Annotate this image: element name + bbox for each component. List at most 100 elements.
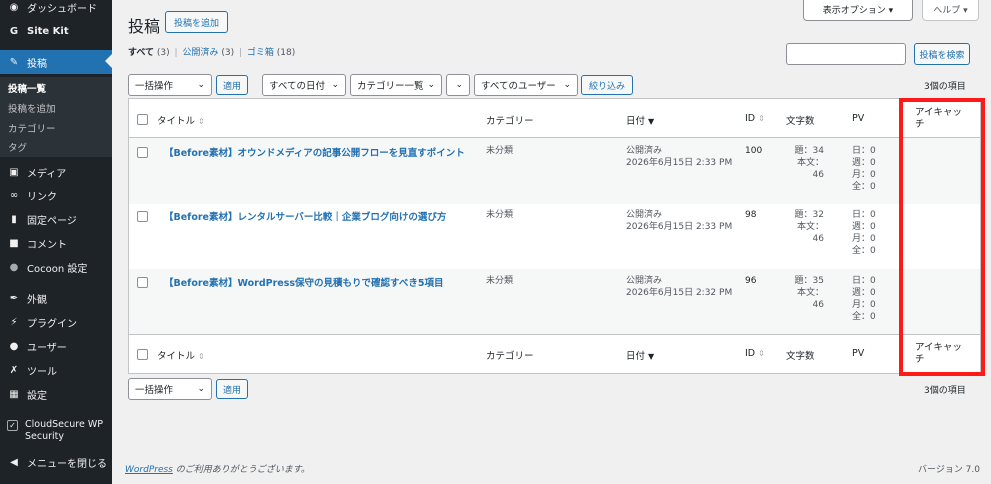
pv-month: 月：0 xyxy=(852,300,876,310)
column-title-footer[interactable]: タイトル ⇕ xyxy=(157,348,205,362)
menu-comments-label: コメント xyxy=(27,239,67,251)
settings-icon: ▦ xyxy=(9,388,19,400)
table-row: 【Before素材】WordPress保守の見積もりで確認すべき5項目 未分類 … xyxy=(129,269,980,334)
post-category-link[interactable]: 未分類 xyxy=(486,275,513,287)
row-checkbox[interactable] xyxy=(137,277,148,288)
menu-posts-label: 投稿 xyxy=(27,58,47,70)
posts-submenu: 投稿一覧 投稿を追加 カテゴリー タグ xyxy=(0,77,112,157)
post-title-link[interactable]: 【Before素材】レンタルサーバー比較｜企業ブログ向けの選び方 xyxy=(164,209,446,223)
bulk-action-select-bottom[interactable]: 一括操作 ⌄ xyxy=(128,378,212,400)
chevron-down-icon: ⌄ xyxy=(427,80,435,90)
menu-settings-label: 設定 xyxy=(27,390,47,402)
extra-filter-select[interactable]: ⌄ xyxy=(446,74,470,96)
menu-settings[interactable]: ▦ 設定 xyxy=(0,383,112,405)
post-datetime: 2026年6月15日 2:32 PM xyxy=(626,288,733,298)
post-wordcount: 題：34 本文：46 xyxy=(786,145,824,181)
column-eyecatch-line2: チ xyxy=(915,119,925,130)
table-row: 【Before素材】レンタルサーバー比較｜企業ブログ向けの選び方 未分類 公開済… xyxy=(129,204,980,269)
menu-links[interactable]: ∞ リンク xyxy=(0,184,112,206)
pv-day: 日：0 xyxy=(852,146,876,156)
apply-button-bottom[interactable]: 適用 xyxy=(216,379,248,399)
submenu-all-posts[interactable]: 投稿一覧 xyxy=(8,81,46,95)
menu-plugins[interactable]: ⚡ プラグイン xyxy=(0,311,112,333)
post-status: 公開済み xyxy=(626,210,663,220)
filter-trash-count: (18) xyxy=(276,48,296,58)
admin-footer-thanks: WordPress のご利用ありがとうございます。 xyxy=(125,462,310,475)
filter-published[interactable]: 公開済み xyxy=(182,48,218,58)
collapse-arrow-icon: ◀ xyxy=(10,456,18,468)
add-new-post-button[interactable]: 投稿を追加 xyxy=(165,11,228,33)
pv-month: 月：0 xyxy=(852,170,876,180)
pv-total: 全：0 xyxy=(852,312,876,322)
apply-button[interactable]: 適用 xyxy=(216,75,248,95)
wordpress-link[interactable]: WordPress xyxy=(125,465,173,475)
menu-pages[interactable]: ▮ 固定ページ xyxy=(0,208,112,230)
wordcount-title: 題：32 xyxy=(794,210,824,220)
column-title-header[interactable]: タイトル ⇕ xyxy=(157,113,205,127)
post-title-link[interactable]: 【Before素材】WordPress保守の見積もりで確認すべき5項目 xyxy=(164,275,443,289)
row-checkbox[interactable] xyxy=(137,211,148,222)
menu-collapse-label: メニューを閉じる xyxy=(27,458,107,470)
post-date: 公開済み 2026年6月15日 2:33 PM xyxy=(626,209,732,233)
search-input[interactable] xyxy=(786,43,906,65)
dashboard-icon: ◉ xyxy=(9,1,19,13)
column-date-footer[interactable]: 日付 ▼ xyxy=(626,348,654,362)
category-filter-select[interactable]: カテゴリー一覧 ⌄ xyxy=(350,74,442,96)
chevron-down-icon: ⌄ xyxy=(563,80,571,90)
wordcount-body: 本文：46 xyxy=(796,158,824,180)
menu-cloudsecure-label[interactable]: CloudSecure WP Security xyxy=(25,419,109,443)
sort-desc-icon: ▼ xyxy=(648,352,655,361)
brush-icon: ✒ xyxy=(9,292,19,304)
post-title-link[interactable]: 【Before素材】オウンドメディアの記事公開フローを見直すポイント xyxy=(164,145,465,159)
filter-separator: | xyxy=(238,48,242,58)
column-category-footer: カテゴリー xyxy=(486,351,534,362)
menu-sitekit[interactable]: G Site Kit xyxy=(0,20,112,42)
menu-dashboard[interactable]: ◉ ダッシュボード xyxy=(0,0,112,18)
submenu-add-post[interactable]: 投稿を追加 xyxy=(8,101,56,115)
filter-published-count: (3) xyxy=(221,48,235,58)
column-id-label: ID xyxy=(745,348,756,359)
menu-pages-label: 固定ページ xyxy=(27,215,77,227)
sort-icon: ⇕ xyxy=(758,114,765,123)
column-id-header[interactable]: ID ⇕ xyxy=(745,113,765,124)
submenu-categories[interactable]: カテゴリー xyxy=(8,121,56,135)
column-date-header[interactable]: 日付 ▼ xyxy=(626,113,654,127)
date-filter-select[interactable]: すべての日付 ⌄ xyxy=(262,74,346,96)
menu-collapse[interactable]: ◀ メニューを閉じる xyxy=(0,451,112,473)
search-posts-button[interactable]: 投稿を検索 xyxy=(914,43,970,65)
column-id-footer[interactable]: ID ⇕ xyxy=(745,348,765,359)
select-all-checkbox-bottom[interactable] xyxy=(137,349,148,360)
post-category-link[interactable]: 未分類 xyxy=(486,145,513,157)
row-checkbox[interactable] xyxy=(137,147,148,158)
post-pv: 日：0 週：0 月：0 全：0 xyxy=(852,209,876,257)
page-icon: ▮ xyxy=(11,213,17,225)
bulk-action-select[interactable]: 一括操作 ⌄ xyxy=(128,74,212,96)
post-id: 98 xyxy=(745,210,757,220)
filter-all-count: (3) xyxy=(156,48,170,58)
select-all-checkbox[interactable] xyxy=(137,114,148,125)
post-category-link[interactable]: 未分類 xyxy=(486,209,513,221)
post-wordcount: 題：35 本文：46 xyxy=(786,275,824,311)
menu-media[interactable]: ▣ メディア xyxy=(0,161,112,183)
user-icon: ● xyxy=(9,340,19,352)
filter-trash[interactable]: ゴミ箱 xyxy=(247,48,274,58)
filter-button[interactable]: 絞り込み xyxy=(581,75,633,95)
post-datetime: 2026年6月15日 2:33 PM xyxy=(626,222,733,232)
sort-icon: ⇕ xyxy=(198,352,205,361)
filter-all[interactable]: すべて xyxy=(128,48,154,58)
menu-cocoon[interactable]: ● Cocoon 設定 xyxy=(0,256,112,278)
menu-appearance[interactable]: ✒ 外観 xyxy=(0,287,112,309)
menu-comments[interactable]: ■ コメント xyxy=(0,232,112,254)
menu-tools[interactable]: ✗ ツール xyxy=(0,359,112,381)
menu-users[interactable]: ● ユーザー xyxy=(0,335,112,357)
user-filter-select[interactable]: すべてのユーザー ⌄ xyxy=(474,74,578,96)
menu-posts[interactable]: ✎ 投稿 xyxy=(0,50,112,74)
post-pv: 日：0 週：0 月：0 全：0 xyxy=(852,145,876,193)
screen-options-button[interactable]: 表示オプション ▾ xyxy=(803,0,913,21)
help-button[interactable]: ヘルプ ▾ xyxy=(922,0,979,21)
submenu-tags[interactable]: タグ xyxy=(8,140,27,154)
posts-table: タイトル ⇕ カテゴリー 日付 ▼ ID ⇕ 文字数 PV アイキャッ チ 【Befo… xyxy=(128,98,981,374)
pv-week: 週：0 xyxy=(852,222,876,232)
post-id: 96 xyxy=(745,276,757,286)
cocoon-icon: ● xyxy=(9,261,19,273)
